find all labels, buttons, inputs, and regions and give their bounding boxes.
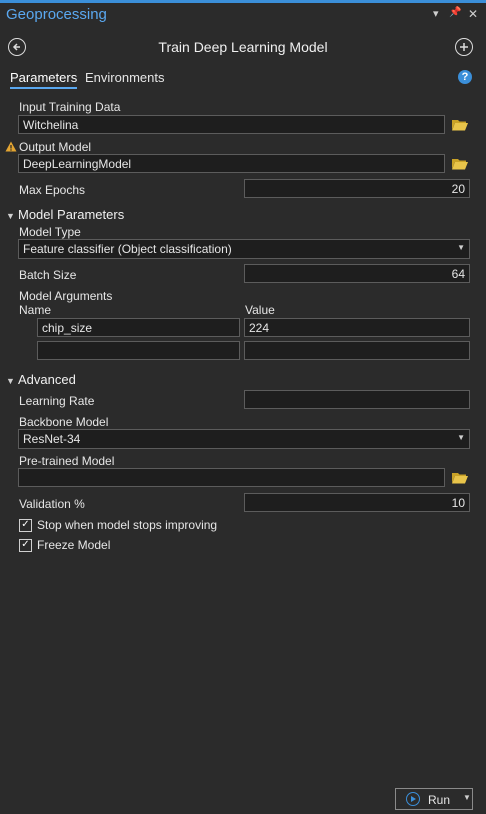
- argument-name-field[interactable]: [37, 341, 240, 360]
- argument-value-field[interactable]: 224: [244, 318, 470, 337]
- pretrained-model-label: Pre-trained Model: [19, 454, 115, 468]
- freeze-model-checkbox[interactable]: ✓ Freeze Model: [19, 538, 110, 552]
- browse-folder-icon[interactable]: [452, 158, 468, 170]
- max-epochs-field[interactable]: 20: [244, 179, 470, 198]
- tab-environments[interactable]: Environments: [85, 70, 164, 85]
- stop-improving-label: Stop when model stops improving: [37, 518, 218, 532]
- tab-parameters[interactable]: Parameters: [10, 70, 78, 89]
- freeze-model-label: Freeze Model: [37, 538, 111, 552]
- validation-label: Validation %: [19, 497, 85, 511]
- batch-size-field[interactable]: 64: [244, 264, 470, 283]
- warning-icon: [5, 141, 17, 152]
- model-type-label: Model Type: [19, 225, 81, 239]
- pane-titlebar: Geoprocessing ▾ 📌 ✕: [0, 3, 486, 26]
- chevron-down-icon: ▼: [6, 376, 15, 386]
- advanced-header: Advanced: [18, 372, 76, 387]
- validation-field[interactable]: 10: [244, 493, 470, 512]
- run-label: Run: [428, 793, 451, 807]
- browse-folder-icon[interactable]: [452, 472, 468, 484]
- model-type-value: Feature classifier (Object classificatio…: [23, 242, 232, 256]
- pane-menu-icon[interactable]: ▾: [433, 7, 439, 20]
- input-training-data-field[interactable]: Witchelina: [18, 115, 445, 134]
- model-arguments-label: Model Arguments: [19, 289, 113, 303]
- dropdown-caret-icon: ▼: [457, 433, 465, 442]
- learning-rate-label: Learning Rate: [19, 394, 95, 408]
- backbone-model-value: ResNet-34: [23, 432, 81, 446]
- browse-folder-icon[interactable]: [452, 119, 468, 131]
- max-epochs-label: Max Epochs: [19, 183, 86, 197]
- advanced-section[interactable]: ▼ Advanced: [6, 372, 76, 387]
- chevron-down-icon: ▼: [6, 211, 15, 221]
- value-column-header: Value: [245, 303, 275, 317]
- model-type-select[interactable]: Feature classifier (Object classificatio…: [18, 239, 470, 259]
- tool-title: Train Deep Learning Model: [158, 39, 328, 55]
- run-dropdown-icon[interactable]: ▼: [463, 793, 471, 802]
- backbone-model-select[interactable]: ResNet-34 ▼: [18, 429, 470, 449]
- run-button[interactable]: Run ▼: [395, 788, 473, 810]
- argument-value-field[interactable]: [244, 341, 470, 360]
- close-icon[interactable]: ✕: [468, 7, 478, 21]
- checkmark-icon: ✓: [19, 518, 32, 532]
- tool-header: Train Deep Learning Model: [0, 34, 486, 60]
- model-parameters-header: Model Parameters: [18, 207, 125, 222]
- play-icon: [406, 792, 420, 806]
- pane-title: Geoprocessing: [6, 6, 107, 23]
- add-button[interactable]: [455, 38, 473, 56]
- name-column-header: Name: [19, 303, 52, 317]
- batch-size-label: Batch Size: [19, 268, 77, 282]
- output-model-field[interactable]: DeepLearningModel: [18, 154, 445, 173]
- model-parameters-section[interactable]: ▼ Model Parameters: [6, 207, 124, 222]
- argument-name-field[interactable]: chip_size: [37, 318, 240, 337]
- pin-icon[interactable]: 📌: [449, 7, 461, 18]
- plus-icon: [460, 43, 468, 51]
- learning-rate-field[interactable]: [244, 390, 470, 409]
- dropdown-caret-icon: ▼: [457, 243, 465, 252]
- pretrained-model-field[interactable]: [18, 468, 445, 487]
- backbone-model-label: Backbone Model: [19, 415, 109, 429]
- help-icon[interactable]: ?: [458, 70, 472, 84]
- checkmark-icon: ✓: [19, 538, 32, 552]
- stop-improving-checkbox[interactable]: ✓ Stop when model stops improving: [19, 518, 217, 532]
- output-model-label: Output Model: [19, 140, 92, 154]
- input-training-data-label: Input Training Data: [19, 100, 121, 114]
